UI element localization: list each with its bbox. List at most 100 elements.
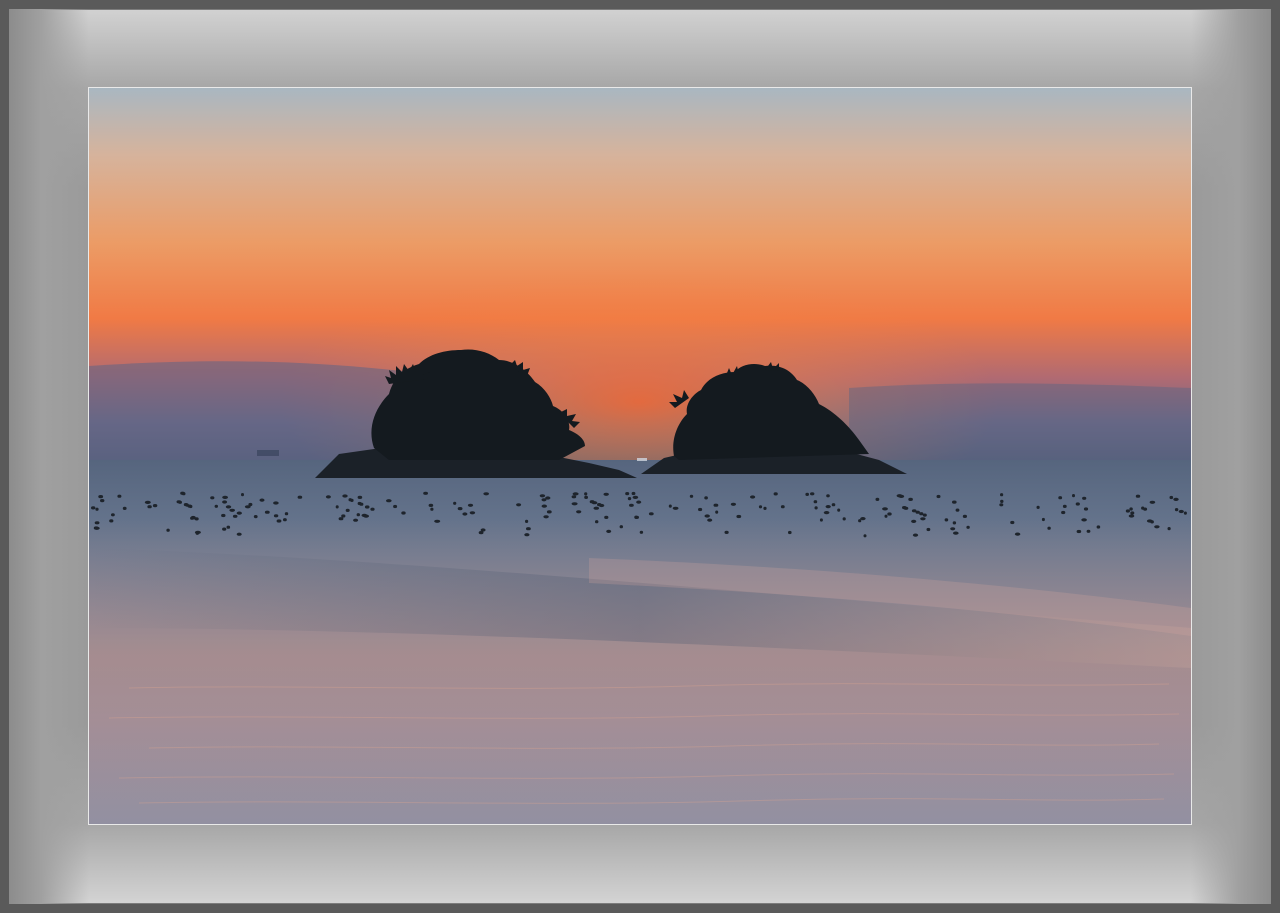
- buoy: [1062, 504, 1067, 508]
- buoy: [898, 494, 905, 498]
- buoy: [911, 519, 917, 523]
- buoy: [632, 495, 639, 499]
- buoy: [825, 505, 831, 509]
- buoy: [221, 513, 226, 518]
- buoy: [882, 507, 888, 511]
- buoy: [453, 501, 457, 505]
- buoy: [627, 497, 632, 501]
- buoy: [462, 512, 468, 516]
- buoy: [912, 533, 919, 537]
- buoy: [122, 506, 127, 510]
- buoy: [386, 499, 392, 503]
- small-boat: [637, 458, 647, 461]
- buoy: [210, 496, 215, 500]
- buoy: [584, 495, 588, 499]
- buoy: [629, 503, 634, 507]
- buoy: [526, 527, 531, 531]
- mat-shade-left: [9, 9, 89, 904]
- buoy: [668, 504, 672, 508]
- buoy: [483, 492, 490, 496]
- buoy: [232, 514, 238, 518]
- buoy: [875, 497, 880, 501]
- buoy: [284, 512, 289, 516]
- buoy: [572, 492, 579, 496]
- buoy: [94, 521, 100, 525]
- buoy: [236, 532, 242, 536]
- buoy: [936, 494, 941, 499]
- buoy: [999, 503, 1004, 507]
- buoy: [952, 521, 957, 525]
- buoy: [598, 503, 605, 508]
- buoy: [283, 518, 287, 522]
- buoy: [955, 508, 960, 512]
- buoy: [950, 527, 956, 531]
- buoy: [214, 504, 218, 508]
- buoy: [539, 494, 546, 498]
- buoy: [962, 514, 968, 518]
- buoy: [195, 531, 199, 535]
- buoy: [724, 530, 729, 534]
- buoy: [814, 506, 818, 510]
- buoy: [591, 501, 598, 505]
- buoy: [1081, 518, 1087, 522]
- buoy: [273, 514, 279, 518]
- buoy: [525, 519, 529, 523]
- buoy: [631, 491, 636, 496]
- buoy: [363, 514, 369, 518]
- buoy: [434, 519, 441, 523]
- buoy: [428, 503, 434, 507]
- buoy: [750, 495, 756, 499]
- buoy: [698, 507, 703, 512]
- buoy: [229, 508, 235, 512]
- buoy: [226, 525, 231, 529]
- buoy: [571, 495, 577, 499]
- buoy: [297, 495, 303, 499]
- buoy: [922, 513, 927, 517]
- buoy: [1075, 502, 1080, 506]
- buoy: [903, 506, 909, 510]
- buoy: [353, 518, 359, 522]
- buoy: [648, 512, 654, 516]
- buoy: [763, 506, 767, 510]
- buoy: [1014, 532, 1021, 536]
- buoy: [826, 494, 830, 498]
- mat-shade-right: [1191, 9, 1271, 904]
- buoy: [341, 514, 346, 518]
- buoy: [919, 512, 924, 516]
- buoy: [335, 505, 339, 509]
- buoy: [944, 518, 949, 522]
- buoy: [606, 529, 612, 533]
- buoy: [595, 520, 599, 524]
- buoy: [1149, 500, 1156, 504]
- buoy: [147, 505, 152, 509]
- buoy: [166, 528, 170, 532]
- buoy: [546, 510, 552, 514]
- buoy: [469, 511, 476, 515]
- buoy: [780, 505, 785, 509]
- buoy: [860, 517, 866, 521]
- buoy: [1041, 517, 1045, 522]
- buoy: [1154, 525, 1160, 529]
- buoy: [1072, 494, 1075, 498]
- buoy: [370, 507, 375, 511]
- buoy: [91, 506, 96, 510]
- buoy: [1125, 509, 1130, 513]
- buoy: [222, 500, 228, 504]
- buoy: [359, 502, 364, 506]
- buoy: [264, 510, 270, 514]
- buoy: [1000, 493, 1004, 497]
- buoy: [1174, 508, 1179, 512]
- buoy: [730, 502, 737, 506]
- buoy: [1150, 520, 1154, 524]
- buoy: [516, 503, 522, 507]
- buoy: [625, 492, 630, 496]
- buoy: [457, 507, 463, 511]
- buoy: [603, 492, 609, 496]
- buoy: [401, 511, 406, 515]
- buoy: [100, 499, 105, 503]
- buoy: [1173, 497, 1179, 501]
- buoy: [863, 534, 867, 538]
- buoy: [393, 504, 398, 509]
- buoy: [823, 511, 830, 515]
- buoy: [357, 495, 363, 499]
